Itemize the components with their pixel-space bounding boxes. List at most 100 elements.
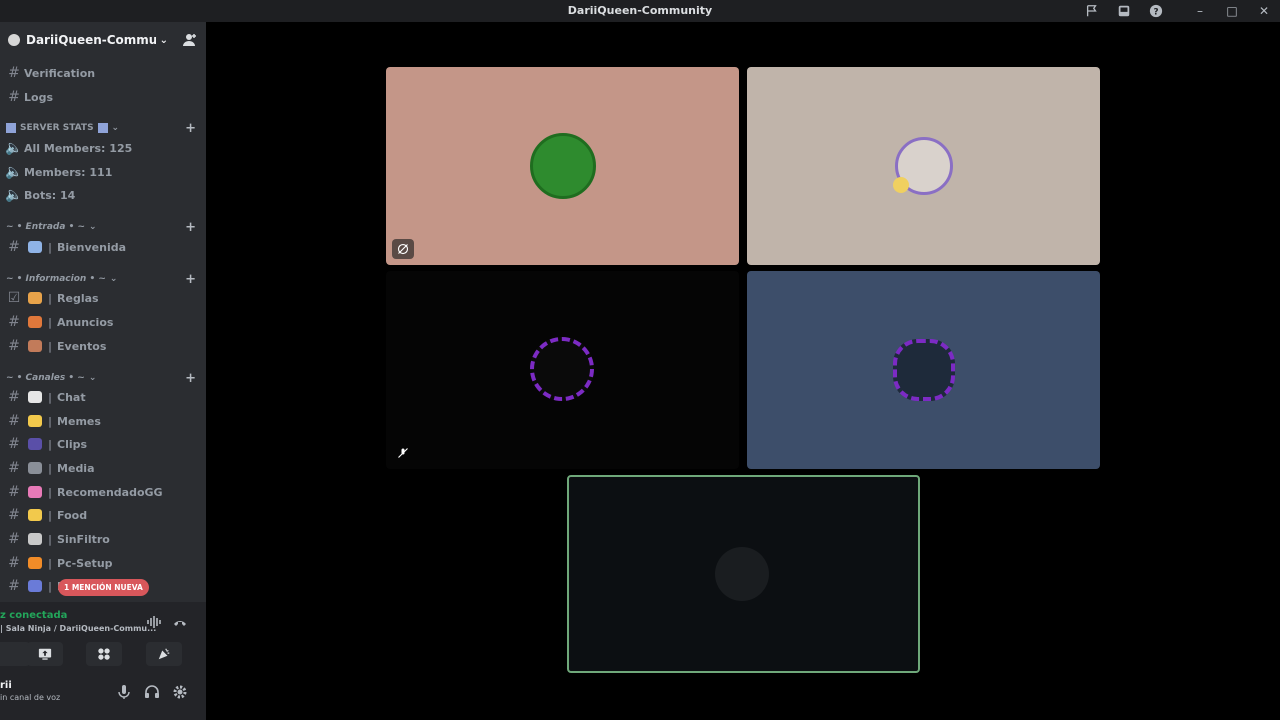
channel-sinfiltro[interactable]: # | SinFiltro — [4, 528, 200, 550]
disconnect-icon[interactable] — [172, 614, 188, 630]
chevron-down-icon: ⌄ — [88, 373, 97, 383]
stat-bots[interactable]: 🔈 Bots: 14 — [4, 184, 200, 206]
rules-icon: ☑ — [7, 290, 21, 306]
channel-logs[interactable]: # Logs — [4, 86, 200, 108]
add-channel-icon[interactable]: + — [185, 220, 196, 235]
channel-clips[interactable]: # | Clips — [4, 433, 200, 455]
title-bar: DariiQueen-Community ? – □ ✕ — [0, 0, 1280, 22]
settings-gear-icon[interactable] — [172, 684, 188, 700]
server-header[interactable]: DariiQueen-Commu... ⌄ — [0, 22, 206, 58]
stat-all-members[interactable]: 🔈 All Members: 125 — [4, 137, 200, 159]
channel-media[interactable]: # | Media — [4, 457, 200, 479]
new-mention-badge[interactable]: 1 MENCIÓN NUEVA — [58, 579, 149, 596]
inbox-icon[interactable] — [1108, 0, 1140, 22]
channel-pc-setup[interactable]: # | Pc-Setup — [4, 552, 200, 574]
participant-tile[interactable] — [747, 271, 1100, 469]
hash-icon: # — [8, 484, 20, 500]
emoji-icon — [28, 438, 42, 450]
participant-avatar — [893, 339, 955, 401]
screen-share-icon — [38, 648, 52, 660]
channel-verification[interactable]: # Verification — [4, 62, 200, 84]
add-channel-icon[interactable]: + — [185, 371, 196, 386]
hash-icon: # — [8, 413, 20, 429]
activities-button[interactable] — [86, 642, 122, 666]
emoji-icon — [28, 557, 42, 569]
speaker-icon: 🔈 — [5, 140, 23, 156]
avatar-decoration-icon — [893, 177, 909, 193]
camera-button[interactable] — [0, 642, 30, 666]
video-off-icon — [392, 239, 414, 259]
participant-tile[interactable] — [386, 271, 739, 469]
category-informacion[interactable]: ~ • Informacion • ~ ⌄ + — [6, 271, 196, 287]
emoji-icon — [28, 462, 42, 474]
voice-connection-panel: z conectada | Sala Ninja / DariiQueen-Co… — [0, 602, 206, 672]
hash-icon: # — [8, 65, 20, 81]
maximize-icon[interactable]: □ — [1216, 0, 1248, 22]
participant-avatar — [530, 337, 594, 401]
participant-avatar — [530, 133, 596, 199]
close-icon[interactable]: ✕ — [1248, 0, 1280, 22]
participant-tile-speaking[interactable] — [567, 475, 920, 673]
hash-icon: # — [8, 460, 20, 476]
emoji-icon — [28, 316, 42, 328]
server-name: DariiQueen-Commu... — [26, 33, 156, 47]
channel-memes[interactable]: # | Memes — [4, 410, 200, 432]
chevron-down-icon: ⌄ — [89, 222, 97, 232]
stat-members[interactable]: 🔈 Members: 111 — [4, 161, 200, 183]
share-screen-button[interactable] — [27, 642, 63, 666]
channel-bienvenida[interactable]: # | Bienvenida — [4, 236, 200, 258]
channel-food[interactable]: # | Food — [4, 504, 200, 526]
minimize-icon[interactable]: – — [1184, 0, 1216, 22]
soundboard-icon — [158, 648, 170, 660]
participant-tile[interactable] — [386, 67, 739, 265]
emoji-icon — [28, 391, 42, 403]
participant-tile[interactable] — [747, 67, 1100, 265]
chevron-down-icon: ⌄ — [159, 34, 168, 46]
chart-icon — [6, 123, 16, 133]
headphones-icon[interactable] — [144, 684, 160, 700]
chart-icon — [97, 123, 108, 133]
category-server-stats[interactable]: SERVER STATS ⌄ + — [6, 120, 196, 136]
hash-icon: # — [8, 578, 20, 594]
chevron-down-icon: ⌄ — [111, 123, 120, 133]
hash-icon: # — [8, 531, 20, 547]
hash-icon: # — [8, 436, 20, 452]
add-member-icon[interactable] — [182, 32, 198, 48]
activities-icon — [98, 648, 110, 660]
voice-status: z conectada — [0, 610, 68, 621]
hash-icon: # — [8, 389, 20, 405]
svg-text:?: ? — [1153, 8, 1158, 18]
flag-icon[interactable] — [1076, 0, 1108, 22]
channel-anuncios[interactable]: # | Anuncios — [4, 311, 200, 333]
emoji-icon — [28, 241, 42, 253]
hash-icon: # — [8, 555, 20, 571]
emoji-icon — [28, 533, 42, 545]
category-canales[interactable]: ~ • Canales • ~ ⌄ + — [6, 370, 196, 386]
channel-chat[interactable]: # | Chat — [4, 386, 200, 408]
emoji-icon — [28, 486, 42, 498]
username[interactable]: rii — [0, 680, 12, 691]
channel-recomendadogg[interactable]: # | RecomendadoGG — [4, 481, 200, 503]
speaker-icon: 🔈 — [5, 187, 23, 203]
hash-icon: # — [8, 314, 20, 330]
emoji-icon — [28, 580, 42, 592]
mic-muted-icon — [392, 443, 414, 463]
category-entrada[interactable]: ~ • Entrada • ~ ⌄ + — [6, 219, 196, 235]
hash-icon: # — [8, 338, 20, 354]
sound-waves-icon[interactable] — [146, 614, 162, 630]
add-channel-icon[interactable]: + — [185, 272, 196, 287]
emoji-icon — [28, 340, 42, 352]
channel-eventos[interactable]: # | Eventos — [4, 335, 200, 357]
help-icon[interactable]: ? — [1140, 0, 1172, 22]
user-status: in canal de voz — [0, 693, 61, 702]
soundboard-button[interactable] — [146, 642, 182, 666]
hash-icon: # — [8, 239, 20, 255]
add-channel-icon[interactable]: + — [185, 121, 196, 136]
hash-icon: # — [8, 507, 20, 523]
channel-reglas[interactable]: ☑ | Reglas — [4, 287, 200, 309]
microphone-icon[interactable] — [116, 684, 132, 700]
voice-channel-name[interactable]: | Sala Ninja / DariiQueen-Commu... — [0, 624, 156, 633]
user-panel: rii in canal de voz — [0, 672, 206, 720]
emoji-icon — [28, 292, 42, 304]
speaker-icon: 🔈 — [5, 164, 23, 180]
